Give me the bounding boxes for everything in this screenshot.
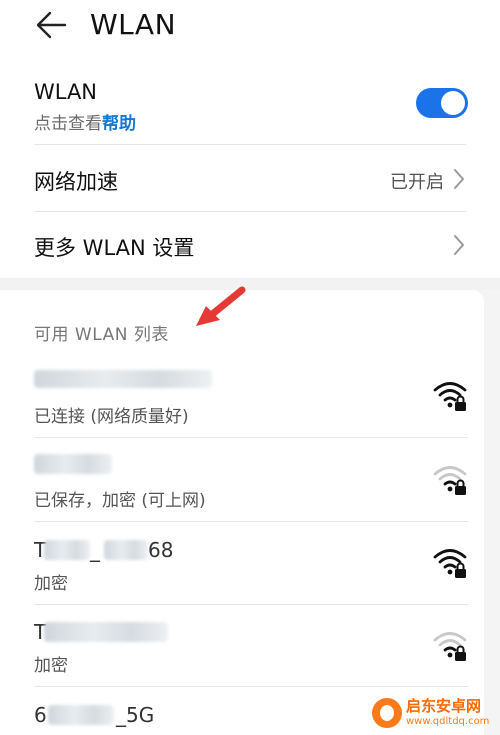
ssid-obscured — [48, 705, 114, 725]
ssid-obscured — [34, 370, 212, 388]
toggle-knob — [441, 91, 465, 115]
ssid-mid: _ — [90, 538, 100, 562]
wifi-locked-weak-icon — [433, 632, 467, 661]
page-title: WLAN — [90, 8, 177, 41]
divider — [34, 686, 468, 687]
wlan-label: WLAN — [34, 80, 98, 104]
ssid-obscured — [44, 622, 168, 642]
network-status: 加密 — [34, 574, 68, 594]
chevron-right-icon[interactable] — [452, 168, 466, 190]
divider — [34, 211, 466, 212]
network-status: 已连接 (网络质量好) — [34, 407, 189, 427]
red-pointer-arrow-icon — [196, 286, 246, 326]
divider — [34, 144, 466, 145]
speedup-label[interactable]: 网络加速 — [34, 166, 118, 196]
watermark-logo-icon — [372, 697, 402, 728]
more-settings-label[interactable]: 更多 WLAN 设置 — [34, 232, 194, 262]
network-list-card — [0, 290, 484, 735]
ssid-suffix: _5G — [116, 703, 155, 727]
wifi-locked-strong-icon — [433, 549, 467, 578]
wifi-locked-strong-icon — [433, 382, 467, 411]
wlan-help-text: 点击查看帮助 — [34, 109, 136, 134]
watermark-url: www.qdltdq.com — [406, 715, 490, 727]
divider — [34, 437, 468, 438]
ssid-obscured — [104, 540, 148, 560]
ssid-prefix: 6 — [34, 703, 47, 727]
divider — [34, 604, 468, 605]
back-arrow-icon[interactable] — [35, 10, 71, 40]
watermark-name: 启东安卓网 — [406, 696, 482, 715]
help-prefix: 点击查看 — [34, 114, 102, 134]
wifi-locked-weak-icon — [433, 466, 467, 495]
edge-strip — [484, 290, 500, 735]
speedup-value: 已开启 — [390, 172, 444, 193]
network-status: 已保存，加密 (可上网) — [34, 491, 206, 511]
network-status: 加密 — [34, 656, 68, 676]
wlan-toggle[interactable] — [416, 88, 468, 118]
watermark: 启东安卓网 www.qdltdq.com — [372, 690, 500, 735]
divider — [34, 521, 468, 522]
help-link[interactable]: 帮助 — [102, 114, 136, 134]
chevron-right-icon[interactable] — [452, 234, 466, 256]
available-networks-title: 可用 WLAN 列表 — [34, 325, 169, 345]
ssid-suffix: 68 — [148, 538, 174, 562]
ssid-obscured — [34, 454, 112, 474]
ssid-obscured — [44, 540, 90, 560]
